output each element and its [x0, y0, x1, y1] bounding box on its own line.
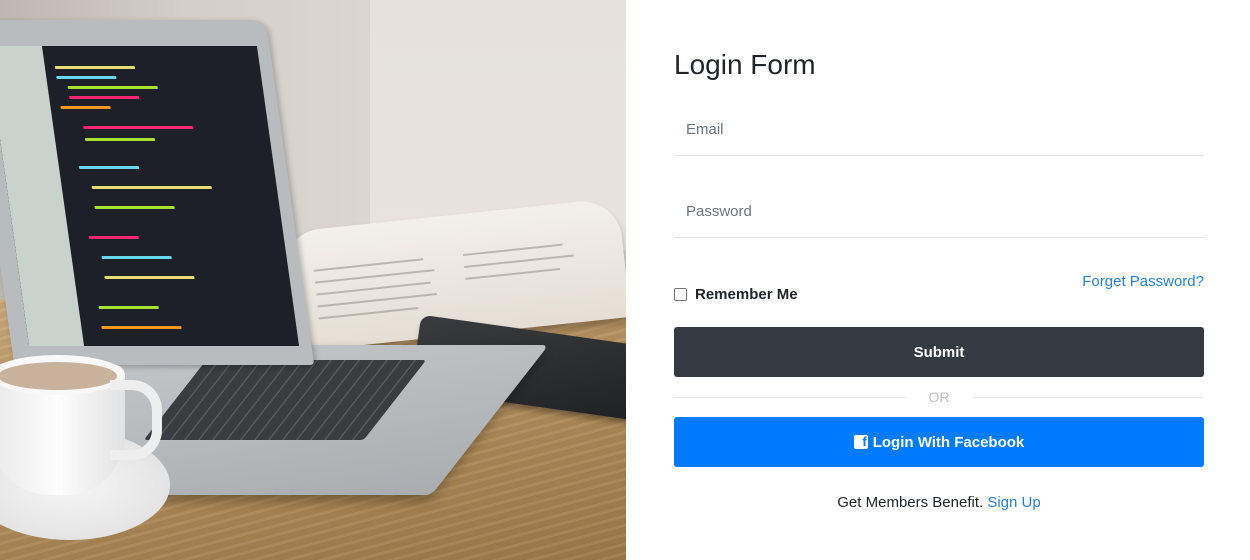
- photo-coffee: [0, 362, 117, 390]
- book-text-line: [318, 307, 419, 320]
- book-text-line: [464, 254, 574, 268]
- form-title: Login Form: [674, 49, 816, 80]
- code-line: [78, 166, 140, 169]
- code-line: [94, 206, 175, 209]
- hero-photo: [0, 0, 626, 560]
- book-text-line: [313, 258, 424, 272]
- code-line: [83, 126, 194, 129]
- signup-prompt-text: Get Members Benefit.: [837, 494, 984, 511]
- remember-me-label: Remember Me: [695, 285, 798, 303]
- code-line: [56, 76, 117, 79]
- or-divider: OR: [674, 388, 1204, 406]
- remember-me[interactable]: Remember Me: [674, 284, 798, 304]
- remember-me-checkbox[interactable]: [674, 287, 687, 301]
- forgot-password-link[interactable]: Forget Password?: [1082, 272, 1204, 292]
- photo-cup-handle: [110, 380, 162, 460]
- divider-line-left: [674, 396, 907, 398]
- code-line: [67, 86, 158, 89]
- book-text-line: [317, 293, 437, 308]
- code-line: [54, 66, 136, 69]
- code-line: [68, 96, 140, 99]
- facebook-login-label: Login With Facebook: [872, 433, 1025, 451]
- or-divider-text: OR: [928, 389, 950, 405]
- divider-line-right: [971, 396, 1204, 398]
- book-text-line: [316, 281, 431, 296]
- submit-button[interactable]: Submit: [674, 327, 1204, 377]
- code-line: [101, 256, 172, 259]
- code-line: [88, 236, 140, 239]
- code-line: [104, 276, 195, 279]
- book-text-line: [314, 269, 435, 284]
- code-line: [101, 326, 182, 329]
- facebook-icon: f: [853, 435, 868, 449]
- book-text-line: [462, 243, 563, 257]
- signup-prompt: Get Members Benefit. Sign Up: [674, 493, 1204, 513]
- code-line: [91, 186, 213, 189]
- password-input[interactable]: [674, 186, 1204, 238]
- email-input[interactable]: [674, 104, 1204, 156]
- code-line: [84, 138, 156, 141]
- facebook-login-button[interactable]: f Login With Facebook: [674, 417, 1204, 467]
- login-page: Login Form Remember Me Forget Password? …: [0, 0, 1250, 560]
- code-line: [98, 306, 159, 309]
- book-text-line: [465, 268, 561, 280]
- signup-link[interactable]: Sign Up: [987, 494, 1040, 511]
- photo-laptop-screen: [0, 46, 300, 346]
- code-line: [60, 106, 111, 109]
